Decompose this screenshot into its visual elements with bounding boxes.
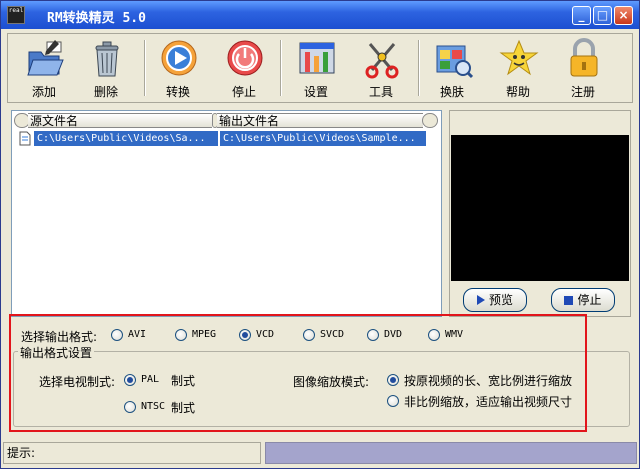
preview-button[interactable]: 预览 — [463, 288, 527, 312]
column-source-name[interactable]: 源文件名 — [28, 113, 212, 128]
window-title: RM转换精灵 5.0 — [47, 11, 146, 26]
convert-button[interactable]: 转换 — [150, 34, 206, 102]
power-stop-icon — [227, 40, 263, 76]
tools-button[interactable]: 工具 — [353, 34, 409, 102]
minimize-button[interactable]: _ — [572, 6, 591, 25]
video-file-icon — [19, 131, 31, 146]
status-hint-label: 提示: — [7, 446, 36, 460]
tools-label: 工具 — [368, 85, 393, 99]
star-face-icon — [499, 39, 539, 76]
preview-stop-button[interactable]: 停止 — [551, 288, 615, 312]
close-button[interactable]: × — [614, 6, 633, 25]
status-hint: 提示: — [3, 442, 261, 464]
source-file-cell[interactable]: C:\Users\Public\Videos\Sa... — [34, 131, 218, 146]
app-logo-text: real — [8, 7, 24, 14]
maximize-icon: □ — [596, 8, 609, 22]
toolbar: 添加 删除 转换 停止 设置 工具 换肤 帮助 注册 — [7, 33, 633, 103]
help-button[interactable]: 帮助 — [490, 34, 546, 102]
preview-panel: 预览 停止 — [449, 110, 631, 317]
maximize-button[interactable]: □ — [593, 6, 612, 25]
delete-label: 删除 — [93, 85, 118, 99]
help-label: 帮助 — [505, 85, 530, 99]
trash-can-icon — [95, 41, 119, 77]
toolbar-separator — [418, 40, 420, 96]
title-bar[interactable]: real RM转换精灵 5.0 _ □ × — [1, 1, 639, 29]
app-window: real RM转换精灵 5.0 _ □ × 添加 删除 转换 停止 设置 工具 … — [0, 0, 640, 469]
file-list[interactable]: 源文件名 输出文件名 C:\Users\Public\Videos\Sa... … — [11, 110, 442, 317]
preview-label: 预览 — [488, 293, 513, 307]
padlock-icon — [570, 38, 598, 77]
play-icon — [476, 290, 485, 312]
toolbar-separator — [144, 40, 146, 96]
header-right-cap — [422, 113, 438, 128]
status-bar: 提示: — [3, 442, 639, 464]
output-file-cell[interactable]: C:\Users\Public\Videos\Sample... — [220, 131, 426, 146]
stop-button[interactable]: 停止 — [216, 34, 272, 102]
video-preview-screen — [451, 135, 629, 281]
skin-label: 换肤 — [439, 85, 464, 99]
skin-button[interactable]: 换肤 — [424, 34, 480, 102]
file-list-header: 源文件名 输出文件名 — [14, 113, 439, 129]
close-icon: × — [618, 8, 629, 22]
preview-stop-label: 停止 — [577, 293, 602, 307]
minimize-icon: _ — [578, 8, 585, 22]
settings-button[interactable]: 设置 — [288, 34, 344, 102]
column-output-name[interactable]: 输出文件名 — [217, 113, 423, 128]
delete-button[interactable]: 删除 — [78, 34, 134, 102]
stop-label: 停止 — [231, 85, 256, 99]
add-button[interactable]: 添加 — [16, 34, 72, 102]
app-logo-icon: real — [7, 6, 25, 24]
status-progress-area — [265, 442, 637, 464]
toolbar-separator — [280, 40, 282, 96]
stop-square-icon — [564, 290, 574, 312]
register-label: 注册 — [570, 85, 595, 99]
play-circle-icon — [161, 40, 197, 76]
register-button[interactable]: 注册 — [555, 34, 611, 102]
highlight-box — [9, 314, 587, 432]
settings-label: 设置 — [303, 85, 328, 99]
scissors-icon — [365, 43, 399, 79]
add-label: 添加 — [31, 85, 56, 99]
skin-icon — [436, 45, 473, 79]
settings-tools-icon — [299, 42, 335, 74]
add-folder-icon — [27, 40, 64, 76]
convert-label: 转换 — [165, 85, 190, 99]
table-row[interactable]: C:\Users\Public\Videos\Sa... C:\Users\Pu… — [16, 131, 436, 147]
